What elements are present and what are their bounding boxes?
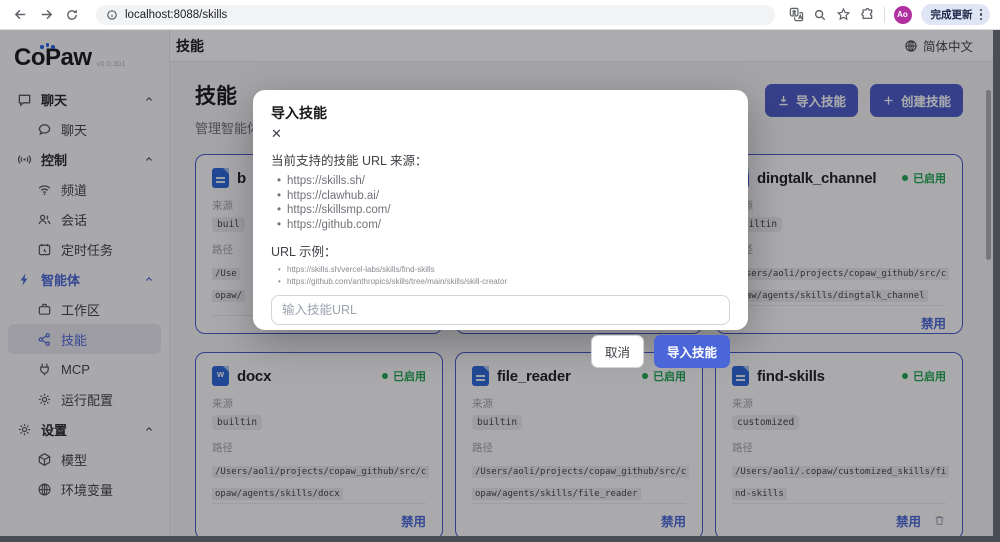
modal-title: 导入技能 — [271, 105, 327, 121]
source-url: https://skills.sh/ — [271, 174, 730, 189]
url-examples-list: https://skills.sh/vercel-labs/skills/fin… — [271, 264, 730, 288]
back-icon[interactable] — [10, 5, 30, 25]
chrome-update-button[interactable]: 完成更新 — [920, 4, 990, 25]
import-skill-modal: 导入技能 ✕ 当前支持的技能 URL 来源： https://skills.sh… — [253, 90, 748, 368]
cancel-button[interactable]: 取消 — [590, 335, 644, 368]
source-url: https://github.com/ — [271, 218, 730, 233]
source-url: https://clawhub.ai/ — [271, 189, 730, 204]
supported-sources-list: https://skills.sh/ https://clawhub.ai/ h… — [271, 174, 730, 232]
chrome-toolbar: Ao 完成更新 — [789, 4, 990, 25]
extensions-icon[interactable] — [860, 7, 875, 22]
example-url: https://github.com/anthropics/skills/tre… — [271, 276, 730, 288]
site-info-icon[interactable] — [106, 9, 118, 21]
confirm-import-button[interactable]: 导入技能 — [653, 335, 730, 368]
skill-url-input[interactable] — [271, 295, 730, 325]
close-icon[interactable]: ✕ — [271, 127, 287, 140]
profile-avatar[interactable]: Ao — [893, 5, 912, 24]
forward-icon[interactable] — [36, 5, 56, 25]
address-bar[interactable]: localhost:8088/skills — [96, 4, 775, 25]
translate-icon[interactable] — [789, 7, 804, 22]
supported-sources-label: 当前支持的技能 URL 来源： — [271, 154, 428, 168]
example-url: https://skills.sh/vercel-labs/skills/fin… — [271, 264, 730, 276]
search-zoom-icon[interactable] — [813, 8, 827, 22]
bookmark-star-icon[interactable] — [836, 7, 851, 22]
url-examples-label: URL 示例： — [271, 245, 337, 259]
reload-icon[interactable] — [62, 5, 82, 25]
source-url: https://skillsmp.com/ — [271, 203, 730, 218]
browser-chrome: localhost:8088/skills Ao 完成更新 — [0, 0, 1000, 30]
chrome-menu-icon[interactable] — [978, 8, 985, 21]
toolbar-divider — [883, 6, 885, 23]
chrome-update-label: 完成更新 — [930, 9, 973, 21]
scrollbar-thumb[interactable] — [986, 90, 991, 260]
url-text: localhost:8088/skills — [125, 8, 228, 21]
